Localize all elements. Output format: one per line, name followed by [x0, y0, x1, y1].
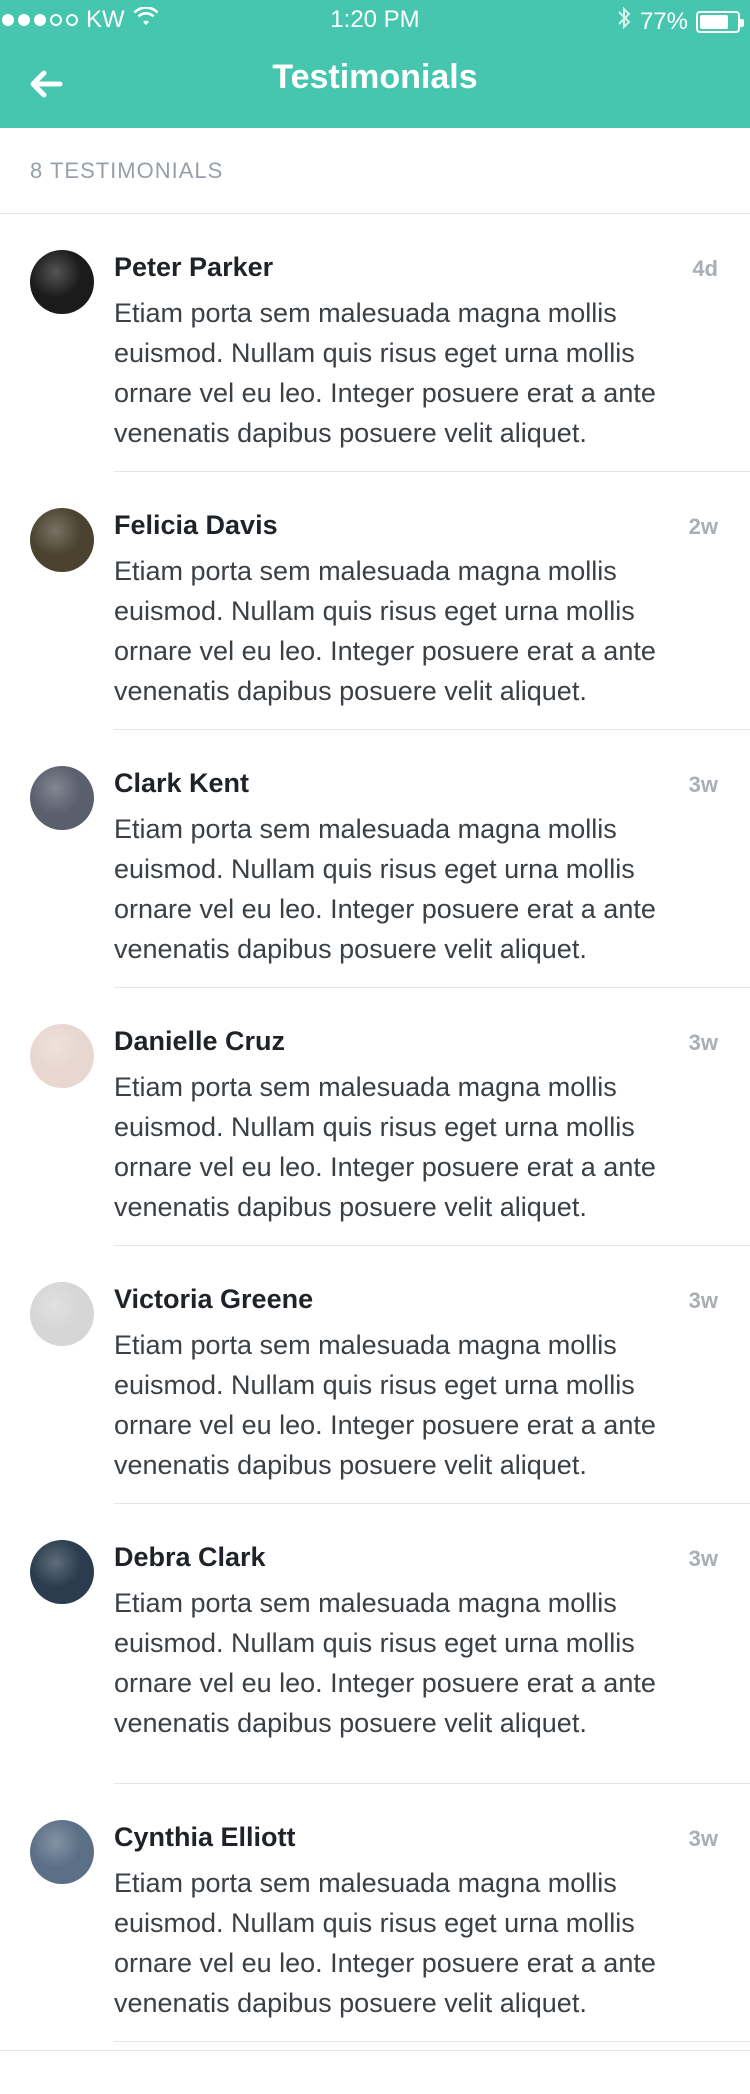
status-right: 77%: [616, 6, 744, 37]
testimonial-author: Cynthia Elliott: [114, 1822, 296, 1852]
status-bar: KW 1:20 PM 77%: [0, 0, 750, 40]
bluetooth-icon: [616, 6, 632, 37]
navigation-bar: Testimonials: [0, 40, 750, 128]
testimonial-time: 3w: [688, 1288, 718, 1313]
testimonial-item[interactable]: Peter Parker 4d Etiam porta sem malesuad…: [0, 214, 750, 472]
testimonials-count: 8 TESTIMONIALS: [30, 158, 224, 183]
testimonial-time: 3w: [688, 1826, 718, 1851]
battery-percent: 77%: [639, 7, 688, 35]
testimonial-text: Etiam porta sem malesuada magna mollis e…: [114, 556, 656, 706]
app-header: KW 1:20 PM 77% Testimonials: [0, 0, 750, 128]
testimonial-text: Etiam porta sem malesuada magna mollis e…: [114, 814, 656, 964]
avatar: [30, 766, 94, 830]
testimonial-item[interactable]: Felicia Davis 2w Etiam porta sem malesua…: [0, 472, 750, 730]
testimonial-item[interactable]: Clark Kent 3w Etiam porta sem malesuada …: [0, 730, 750, 988]
testimonial-text: Etiam porta sem malesuada magna mollis e…: [114, 298, 656, 448]
testimonial-text: Etiam porta sem malesuada magna mollis e…: [114, 1868, 656, 2018]
testimonials-summary: 8 TESTIMONIALS: [0, 128, 750, 214]
battery-tip: [740, 18, 744, 27]
testimonial-author: Danielle Cruz: [114, 1026, 286, 1056]
avatar: [30, 1540, 94, 1604]
avatar: [30, 250, 94, 314]
testimonial-time: 3w: [688, 1030, 718, 1055]
testimonial-item[interactable]: Victoria Greene 3w Etiam porta sem males…: [0, 1246, 750, 1504]
testimonial-item[interactable]: Cynthia Elliott 3w Etiam porta sem males…: [0, 1784, 750, 2042]
testimonial-item[interactable]: Danielle Cruz 3w Etiam porta sem malesua…: [0, 988, 750, 1246]
testimonial-author: Felicia Davis: [114, 510, 278, 540]
testimonial-author: Victoria Greene: [114, 1284, 314, 1314]
testimonial-text: Etiam porta sem malesuada magna mollis e…: [114, 1330, 656, 1480]
avatar: [30, 1820, 94, 1884]
avatar: [30, 1282, 94, 1346]
battery-fill: [700, 14, 728, 29]
testimonial-time: 3w: [688, 1546, 718, 1571]
testimonial-time: 4d: [692, 256, 718, 281]
testimonial-time: 3w: [688, 772, 718, 797]
battery-icon: [696, 10, 744, 33]
list-bottom-divider: [0, 2050, 750, 2051]
avatar: [30, 508, 94, 572]
testimonial-text: Etiam porta sem malesuada magna mollis e…: [114, 1072, 656, 1222]
page-title: Testimonials: [272, 58, 478, 96]
testimonial-text: Etiam porta sem malesuada magna mollis e…: [114, 1588, 656, 1738]
testimonial-author: Peter Parker: [114, 252, 274, 282]
testimonial-author: Debra Clark: [114, 1542, 266, 1572]
testimonial-item[interactable]: Debra Clark 3w Etiam porta sem malesuada…: [0, 1504, 750, 1784]
testimonial-author: Clark Kent: [114, 768, 250, 798]
avatar: [30, 1024, 94, 1088]
testimonials-list: Peter Parker 4d Etiam porta sem malesuad…: [0, 214, 750, 2042]
testimonial-time: 2w: [688, 514, 718, 539]
